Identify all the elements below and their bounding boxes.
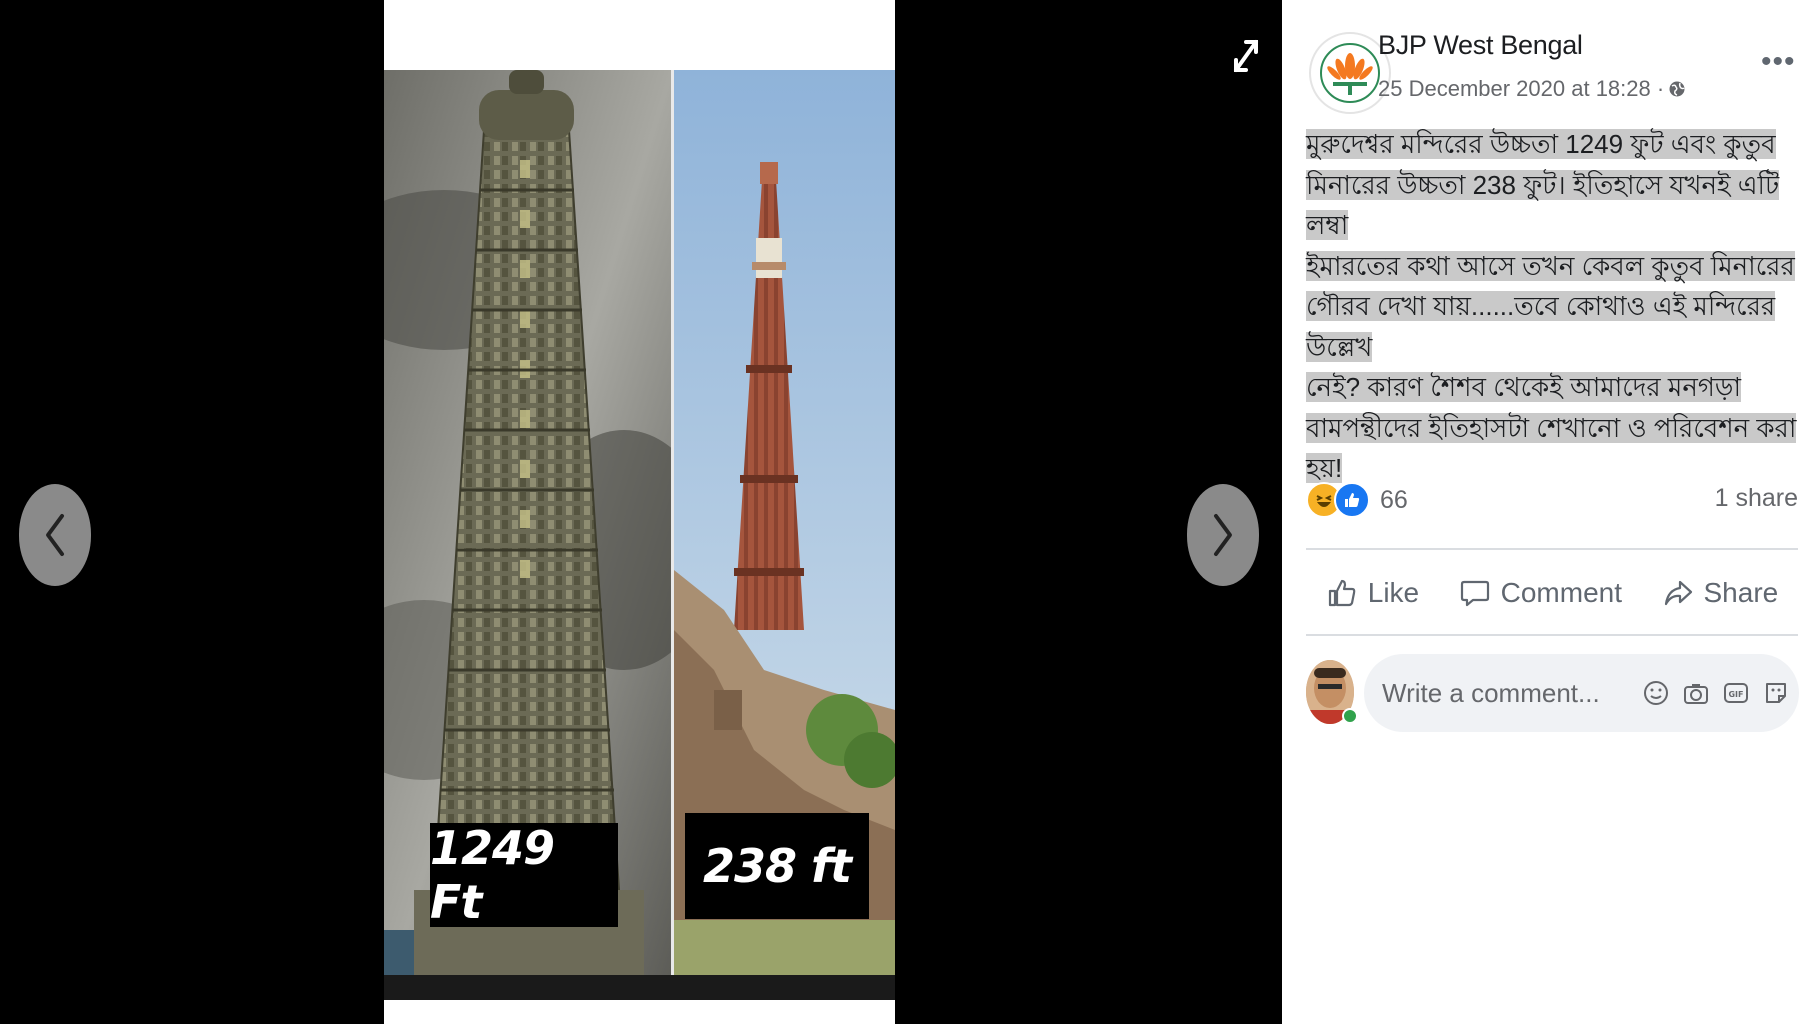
post-text-line: ইমারতের কথা আসে তখন কেবল কুতুব মিনারের: [1306, 250, 1795, 281]
reactions-summary[interactable]: 66: [1306, 482, 1408, 518]
page-name[interactable]: BJP West Bengal: [1378, 30, 1583, 61]
post-timestamp[interactable]: 25 December 2020 at 18:28 ·: [1378, 76, 1664, 102]
share-button[interactable]: Share: [1662, 577, 1779, 609]
comment-bubble-icon: [1460, 580, 1489, 607]
post-panel: BJP West Bengal 25 December 2020 at 18:2…: [1282, 0, 1820, 1024]
photo-frame: 1249 Ft 238 ft: [384, 0, 895, 1024]
post-actions: Like Comment Share: [1306, 560, 1798, 626]
share-arrow-icon: [1664, 580, 1692, 606]
gif-icon[interactable]: GIF: [1722, 679, 1750, 707]
comment-box: GIF: [1364, 654, 1799, 732]
divider: [1306, 548, 1798, 550]
comment-tools: GIF: [1642, 679, 1790, 707]
post-text-line: বামপন্থীদের ইতিহাসটা শেখানো ও পরিবেশন কর…: [1306, 412, 1797, 443]
post-text-line: মিনারের উচ্চতা 238 ফুট। ইতিহাসে যখনই এটি…: [1306, 169, 1780, 240]
comment-button[interactable]: Comment: [1459, 577, 1622, 609]
post-text-line: গৌরব দেখা যায়......তবে কোথাও এই মন্দিরে…: [1306, 291, 1776, 362]
post-meta: 25 December 2020 at 18:28 ·: [1378, 76, 1686, 102]
comment-label: Comment: [1500, 577, 1622, 608]
chevron-right-icon: [1214, 514, 1232, 556]
minar-height-label: 238 ft: [685, 813, 869, 919]
globe-icon: [1669, 81, 1685, 97]
previous-photo-button[interactable]: [19, 484, 91, 586]
post-text: মুরুদেশ্বর মন্দিরের উচ্চতা 1249 ফুট এবং …: [1306, 124, 1806, 489]
share-label: Share: [1703, 577, 1779, 608]
post-text-line: নেই? কারণ শৈশব থেকেই আমাদের মনগড়া: [1306, 372, 1742, 402]
chevron-left-icon: [46, 514, 64, 556]
like-label: Like: [1367, 577, 1420, 608]
photo-viewer: 1249 Ft 238 ft: [0, 0, 1282, 1024]
post-text-line: মুরুদেশ্বর মন্দিরের উচ্চতা 1249 ফুট এবং …: [1306, 129, 1776, 159]
sticker-icon[interactable]: [1762, 679, 1790, 707]
bjp-lotus-logo-icon: [1320, 43, 1380, 103]
temple-height-label: 1249 Ft: [430, 821, 618, 929]
thumbs-up-icon: [1328, 579, 1356, 607]
svg-text:GIF: GIF: [1728, 690, 1743, 699]
online-status-indicator: [1342, 708, 1358, 724]
reaction-count: 66: [1380, 485, 1408, 514]
emoji-icon[interactable]: [1642, 679, 1670, 707]
comment-input[interactable]: [1380, 676, 1634, 710]
more-options-button[interactable]: •••: [1761, 47, 1796, 77]
next-photo-button[interactable]: [1187, 484, 1259, 586]
like-button[interactable]: Like: [1326, 577, 1419, 609]
like-reaction-icon: [1334, 482, 1370, 518]
post-photo[interactable]: 1249 Ft 238 ft: [384, 70, 895, 1000]
divider: [1306, 634, 1798, 636]
expand-icon[interactable]: [1228, 34, 1264, 78]
camera-icon[interactable]: [1682, 679, 1710, 707]
share-count[interactable]: 1 share: [1715, 484, 1798, 513]
photo-bottom-bar: [384, 975, 895, 1000]
